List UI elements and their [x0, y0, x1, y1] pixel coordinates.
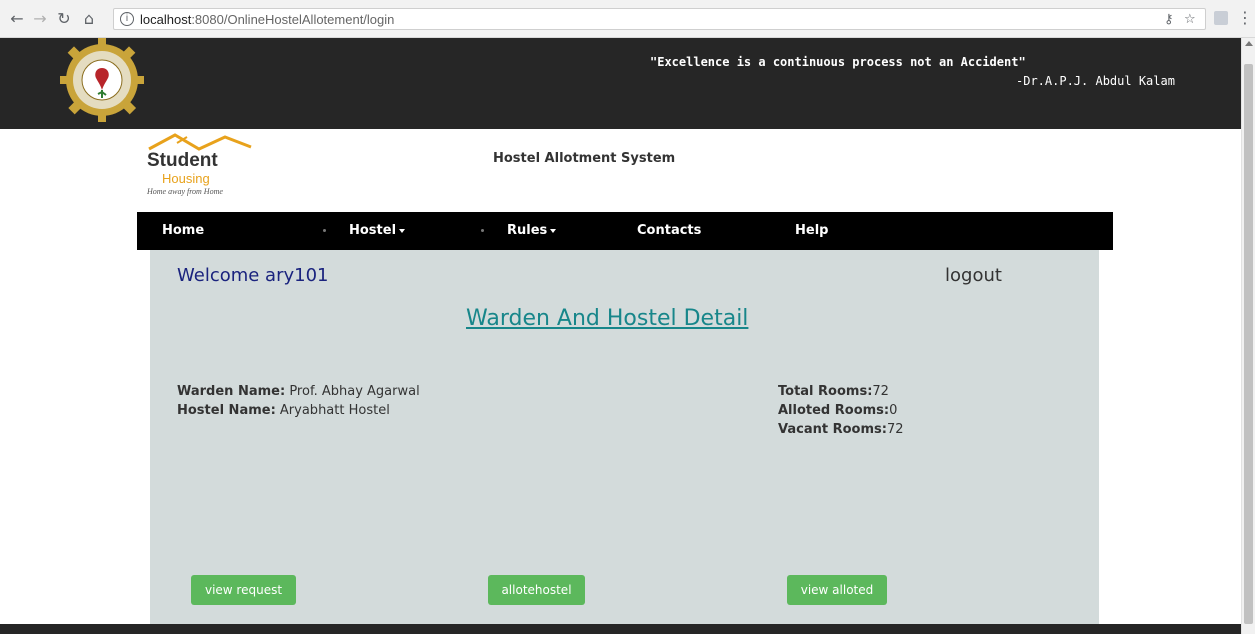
nav-item-hostel[interactable]: Hostel: [349, 223, 406, 239]
bookmark-star-icon[interactable]: ☆: [1184, 12, 1196, 27]
page-heading: Warden And Hostel Detail: [466, 306, 749, 331]
page-scrollbar[interactable]: [1241, 38, 1255, 634]
student-housing-logo: Student Housing Home away from Home: [145, 131, 270, 203]
institute-seal-icon: [60, 38, 144, 122]
system-title: Hostel Allotment System: [493, 151, 676, 166]
hostel-name: Hostel Name: Aryabhatt Hostel: [177, 402, 390, 420]
banner-quote-author: -Dr.A.P.J. Abdul Kalam: [1016, 74, 1175, 88]
key-icon[interactable]: ⚷: [1164, 12, 1174, 27]
logo-title: Student: [147, 150, 218, 171]
view-alloted-button[interactable]: view alloted: [787, 575, 887, 605]
scrollbar-thumb[interactable]: [1244, 64, 1253, 624]
vacant-rooms-value: 72: [886, 422, 904, 437]
warden-name-value: Prof. Abhay Agarwal: [285, 384, 420, 399]
vacant-rooms: Vacant Rooms:72: [778, 421, 904, 439]
page-footer: [0, 624, 1241, 634]
welcome-text: Welcome ary101: [177, 265, 329, 286]
page: "Excellence is a continuous process not …: [0, 38, 1241, 634]
browser-window: ← → ↻ ⌂ i localhost:8080/OnlineHostelAll…: [0, 0, 1255, 634]
warden-name-label: Warden Name:: [177, 384, 286, 399]
total-rooms-value: 72: [872, 384, 889, 399]
extension-icon[interactable]: [1214, 11, 1228, 25]
hostel-name-value: Aryabhatt Hostel: [275, 403, 390, 418]
banner-quote: "Excellence is a continuous process not …: [650, 55, 1026, 69]
logout-link[interactable]: logout: [945, 264, 1002, 288]
address-bar[interactable]: i localhost:8080/OnlineHostelAllotement/…: [113, 8, 1206, 30]
top-banner: "Excellence is a continuous process not …: [0, 38, 1241, 129]
content-panel: Welcome ary101 logout Warden And Hostel …: [150, 250, 1099, 634]
nav-separator: [481, 229, 484, 232]
browser-toolbar: ← → ↻ ⌂ i localhost:8080/OnlineHostelAll…: [0, 0, 1255, 38]
scroll-up-arrow-icon[interactable]: [1245, 41, 1253, 46]
total-rooms: Total Rooms:72: [778, 383, 889, 401]
caret-down-icon: [399, 228, 406, 233]
main-nav: Home Hostel Rules Contacts Help: [137, 212, 1113, 250]
allotehostel-button[interactable]: allotehostel: [488, 575, 585, 605]
nav-item-help[interactable]: Help: [795, 223, 828, 239]
alloted-rooms: Alloted Rooms:0: [778, 402, 897, 420]
reload-icon[interactable]: ↻: [55, 10, 73, 28]
hostel-name-label: Hostel Name:: [177, 403, 276, 418]
browser-menu-icon[interactable]: ⋮: [1237, 9, 1253, 27]
logo-tagline: Home away from Home: [147, 187, 223, 196]
back-arrow-icon[interactable]: ←: [8, 10, 26, 28]
info-icon[interactable]: i: [120, 12, 134, 26]
nav-item-home[interactable]: Home: [162, 223, 204, 239]
view-request-button[interactable]: view request: [191, 575, 296, 605]
total-rooms-label: Total Rooms:: [778, 384, 873, 399]
forward-arrow-icon[interactable]: →: [31, 10, 49, 28]
nav-separator: [323, 229, 326, 232]
nav-item-contacts[interactable]: Contacts: [637, 223, 701, 239]
alloted-rooms-label: Alloted Rooms:: [778, 403, 890, 418]
alloted-rooms-value: 0: [889, 403, 898, 418]
nav-item-rules[interactable]: Rules: [507, 223, 557, 239]
caret-down-icon: [550, 228, 557, 233]
vacant-rooms-label: Vacant Rooms:: [778, 422, 887, 437]
logo-subtitle: Housing: [162, 171, 210, 186]
home-icon[interactable]: ⌂: [80, 10, 98, 28]
warden-name: Warden Name: Prof. Abhay Agarwal: [177, 383, 420, 401]
roof-icon: [148, 133, 252, 151]
url-text[interactable]: localhost:8080/OnlineHostelAllotement/lo…: [140, 12, 394, 27]
